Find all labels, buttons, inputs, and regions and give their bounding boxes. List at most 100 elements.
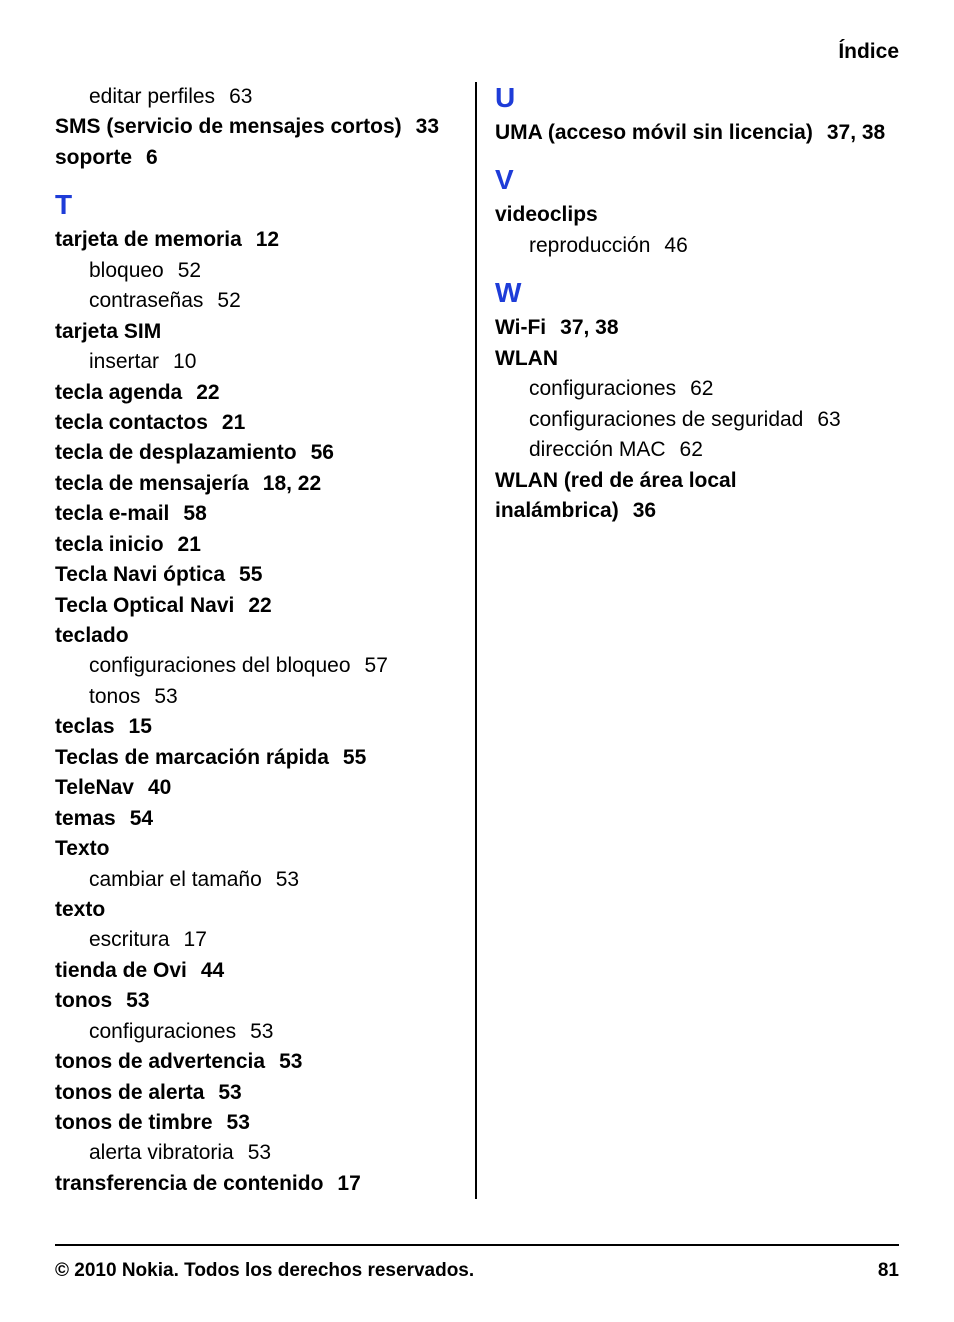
index-entry: tecla inicio 21 <box>55 530 457 560</box>
index-page-ref: 53 <box>279 1050 302 1073</box>
index-page-ref: 18, 22 <box>263 472 321 495</box>
index-label: tecla e-mail <box>55 502 169 525</box>
index-label: dirección MAC <box>529 438 666 461</box>
index-subentry: configuraciones de seguridad63 <box>495 405 899 435</box>
index-entry: Texto <box>55 834 457 864</box>
index-entry: tonos53 <box>55 986 457 1016</box>
index-label: WLAN <box>495 347 558 370</box>
index-entry: temas54 <box>55 804 457 834</box>
index-entry: tienda de Ovi44 <box>55 956 457 986</box>
index-label: teclado <box>55 624 129 647</box>
index-page-ref: 55 <box>239 563 262 586</box>
index-page-ref: 53 <box>250 1020 273 1043</box>
index-label: tonos <box>89 685 140 708</box>
index-label: texto <box>55 898 105 921</box>
index-page-ref: 52 <box>217 289 240 312</box>
section-letter: T <box>55 189 457 221</box>
index-label: configuraciones del bloqueo <box>89 654 351 677</box>
index-label: tecla de desplazamiento <box>55 441 297 464</box>
index-entry: WLAN <box>495 344 899 374</box>
index-page-ref: 17 <box>337 1172 360 1195</box>
column-left: editar perfiles63SMS (servicio de mensaj… <box>55 82 477 1199</box>
index-entry: tonos de alerta53 <box>55 1078 457 1108</box>
index-label: configuraciones de seguridad <box>529 408 803 431</box>
index-label: tonos de alerta <box>55 1081 204 1104</box>
index-page-ref: 21 <box>178 533 201 556</box>
index-label: soporte <box>55 146 132 169</box>
index-page-ref: 46 <box>664 234 687 257</box>
index-label: escritura <box>89 928 170 951</box>
index-label: videoclips <box>495 203 598 226</box>
index-subentry: configuraciones del bloqueo57 <box>55 651 457 681</box>
index-subentry: tonos 53 <box>55 682 457 712</box>
index-subentry: editar perfiles63 <box>55 82 457 112</box>
index-entry: TeleNav40 <box>55 773 457 803</box>
index-entry: tecla de desplazamiento 56 <box>55 438 457 468</box>
index-label: SMS (servicio de mensajes cortos) <box>55 115 402 138</box>
index-entry: tecla de mensajería18, 22 <box>55 469 457 499</box>
index-subentry: cambiar el tamaño 53 <box>55 865 457 895</box>
index-entry: transferencia de contenido17 <box>55 1169 457 1199</box>
index-entry: SMS (servicio de mensajes cortos) 33 <box>55 112 457 142</box>
index-subentry: bloqueo52 <box>55 256 457 286</box>
index-label: teclas <box>55 715 115 738</box>
index-page-ref: 33 <box>416 115 439 138</box>
index-label: UMA (acceso móvil sin licencia) <box>495 121 813 144</box>
footer: © 2010 Nokia. Todos los derechos reserva… <box>55 1244 899 1282</box>
index-page-ref: 53 <box>227 1111 250 1134</box>
index-page-ref: 22 <box>196 381 219 404</box>
index-subentry: dirección MAC62 <box>495 435 899 465</box>
index-subentry: configuraciones62 <box>495 374 899 404</box>
index-label: insertar <box>89 350 159 373</box>
index-label: Wi-Fi <box>495 316 546 339</box>
index-page-ref: 22 <box>248 594 271 617</box>
index-label: tarjeta SIM <box>55 320 161 343</box>
index-entry: texto <box>55 895 457 925</box>
index-entry: tecla contactos21 <box>55 408 457 438</box>
index-page-ref: 56 <box>311 441 334 464</box>
index-entry: videoclips <box>495 200 899 230</box>
index-entry: Wi-Fi37, 38 <box>495 313 899 343</box>
index-entry: tonos de timbre 53 <box>55 1108 457 1138</box>
index-page-ref: 12 <box>256 228 279 251</box>
index-label: tonos de timbre <box>55 1111 213 1134</box>
index-page-ref: 53 <box>126 989 149 1012</box>
page: Índice editar perfiles63SMS (servicio de… <box>0 0 954 1322</box>
index-label: Texto <box>55 837 109 860</box>
index-entry: soporte6 <box>55 143 457 173</box>
index-page-ref: 52 <box>178 259 201 282</box>
index-label: tarjeta de memoria <box>55 228 242 251</box>
index-page-ref: 53 <box>276 868 299 891</box>
index-entry: Tecla Optical Navi22 <box>55 591 457 621</box>
index-label: reproducción <box>529 234 650 257</box>
index-page-ref: 36 <box>633 499 656 522</box>
index-label: tecla contactos <box>55 411 208 434</box>
index-page-ref: 37, 38 <box>827 121 885 144</box>
header-title: Índice <box>55 40 899 64</box>
index-label: cambiar el tamaño <box>89 868 262 891</box>
footer-copyright: © 2010 Nokia. Todos los derechos reserva… <box>55 1260 474 1282</box>
index-page-ref: 40 <box>148 776 171 799</box>
index-page-ref: 53 <box>248 1141 271 1164</box>
index-entry: tonos de advertencia53 <box>55 1047 457 1077</box>
index-entry: tarjeta SIM <box>55 317 457 347</box>
index-entry: Teclas de marcación rápida55 <box>55 743 457 773</box>
index-entry: WLAN (red de área local inalámbrica)36 <box>495 466 899 527</box>
index-label: tecla inicio <box>55 533 164 556</box>
index-subentry: configuraciones53 <box>55 1017 457 1047</box>
index-page-ref: 17 <box>184 928 207 951</box>
index-subentry: insertar 10 <box>55 347 457 377</box>
index-page-ref: 10 <box>173 350 196 373</box>
index-subentry: escritura 17 <box>55 925 457 955</box>
index-page-ref: 63 <box>229 85 252 108</box>
index-columns: editar perfiles63SMS (servicio de mensaj… <box>55 82 899 1199</box>
index-page-ref: 54 <box>130 807 153 830</box>
index-label: alerta vibratoria <box>89 1141 234 1164</box>
index-label: configuraciones <box>529 377 676 400</box>
index-entry: teclado <box>55 621 457 651</box>
index-page-ref: 55 <box>343 746 366 769</box>
index-subentry: alerta vibratoria 53 <box>55 1138 457 1168</box>
index-page-ref: 53 <box>154 685 177 708</box>
index-label: Tecla Navi óptica <box>55 563 225 586</box>
index-page-ref: 44 <box>201 959 224 982</box>
